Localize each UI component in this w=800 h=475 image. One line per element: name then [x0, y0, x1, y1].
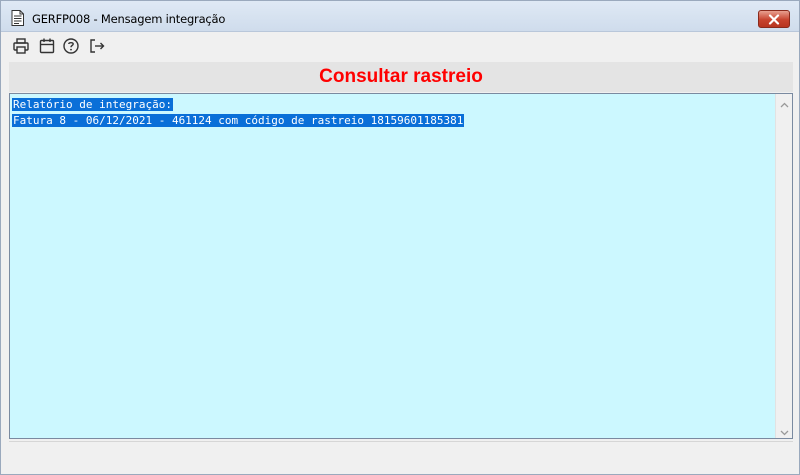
exit-button[interactable]: [87, 38, 107, 58]
calendar-button[interactable]: [37, 38, 57, 58]
scroll-down-button[interactable]: [776, 422, 792, 438]
printer-icon: [12, 37, 30, 59]
toolbar: [1, 32, 799, 62]
page-title: Consultar rastreio: [319, 66, 483, 87]
message-textarea[interactable]: Relatório de integração: Fatura 8 - 06/1…: [9, 93, 793, 439]
text-line-header: Relatório de integração:: [12, 98, 173, 111]
vertical-scrollbar[interactable]: [775, 94, 792, 438]
close-button[interactable]: [758, 10, 790, 28]
close-icon: [768, 10, 780, 29]
exit-icon: [88, 37, 106, 59]
scroll-up-button[interactable]: [776, 94, 792, 110]
text-line: Relatório de integração:: [12, 97, 464, 113]
page-title-band: Consultar rastreio: [9, 62, 793, 92]
chevron-up-icon: [780, 93, 789, 112]
window-title: GERFP008 - Mensagem integração: [32, 12, 226, 26]
print-button[interactable]: [11, 38, 31, 58]
message-text: Relatório de integração: Fatura 8 - 06/1…: [12, 97, 465, 129]
text-line: Fatura 8 - 06/12/2021 - 461124 com códig…: [12, 113, 465, 129]
app-window: GERFP008 - Mensagem integração Consultar…: [0, 0, 800, 475]
calendar-icon: [38, 37, 56, 59]
status-bar: [9, 441, 793, 469]
chevron-down-icon: [780, 421, 789, 440]
text-line-invoice: Fatura 8 - 06/12/2021 - 461124 com códig…: [12, 114, 465, 127]
document-icon: [11, 10, 24, 26]
help-icon: [62, 37, 80, 59]
title-bar[interactable]: GERFP008 - Mensagem integração: [1, 1, 799, 32]
help-button[interactable]: [61, 38, 81, 58]
